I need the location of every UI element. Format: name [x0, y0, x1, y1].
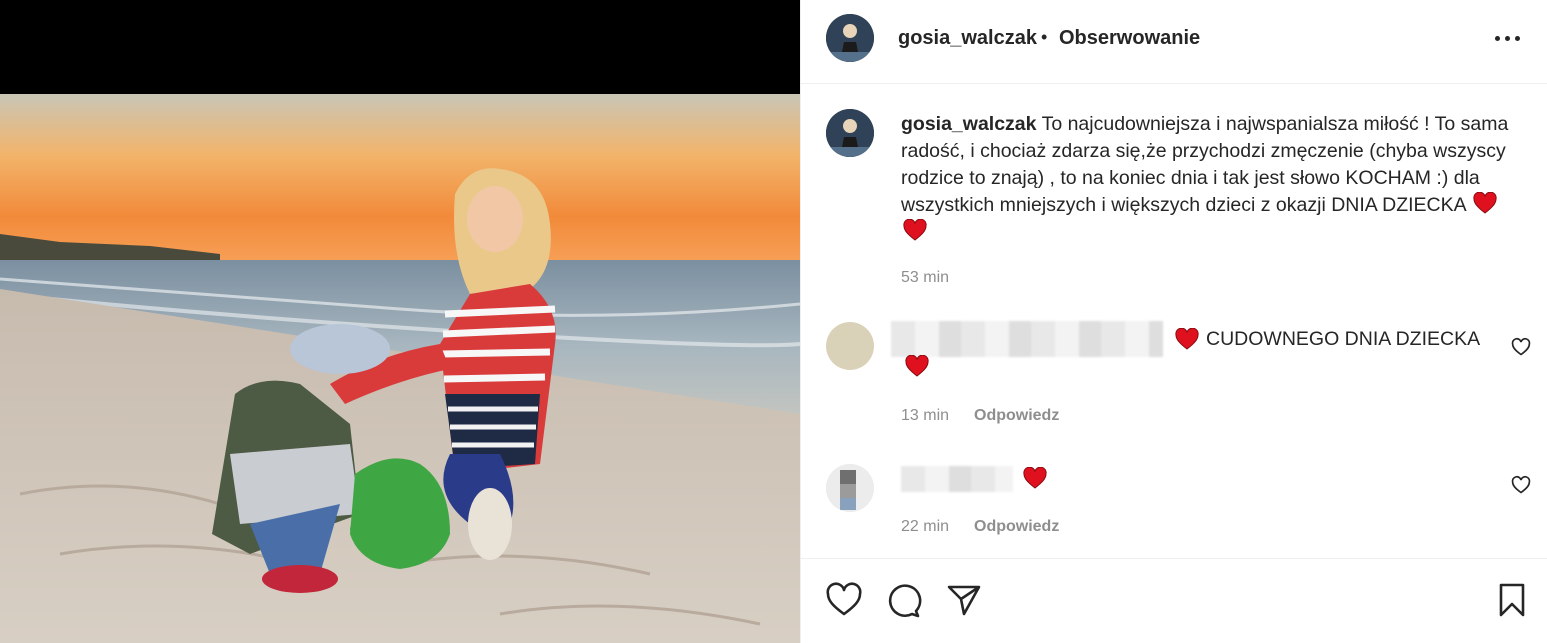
red-heart-emoji-icon — [1175, 328, 1199, 350]
reply-button[interactable]: Odpowiedz — [974, 407, 1059, 425]
commenter-avatar[interactable] — [826, 464, 874, 512]
red-heart-emoji-icon — [905, 355, 929, 377]
reply-button[interactable]: Odpowiedz — [974, 518, 1059, 536]
comment-timestamp[interactable]: 22 min — [901, 518, 949, 536]
blurred-username — [891, 321, 1163, 357]
red-heart-emoji-icon — [1023, 467, 1047, 489]
comment-like-icon[interactable] — [1511, 475, 1531, 495]
comment-like-icon[interactable] — [1511, 337, 1531, 357]
post-media[interactable] — [0, 0, 800, 643]
commenter-avatar[interactable] — [826, 322, 874, 370]
post-header: gosia_walczak • Obserwowanie — [801, 0, 1547, 84]
caption-username[interactable]: gosia_walczak — [901, 113, 1037, 135]
comment-icon[interactable] — [885, 581, 923, 619]
caption-author-avatar[interactable] — [826, 109, 874, 157]
author-username[interactable]: gosia_walczak — [898, 27, 1037, 50]
post-side-panel: gosia_walczak • Obserwowanie gosia_walcz… — [800, 0, 1547, 643]
caption-timestamp[interactable]: 53 min — [901, 269, 949, 287]
author-avatar[interactable] — [826, 14, 874, 62]
post-action-bar — [801, 558, 1547, 643]
red-heart-emoji-icon — [1473, 192, 1497, 214]
more-options-icon[interactable] — [1493, 28, 1523, 48]
comment-text: CUDOWNEGO DNIA DZIECKA — [1206, 328, 1481, 350]
separator-dot: • — [1041, 27, 1048, 47]
blurred-username — [901, 466, 1013, 492]
post-photo[interactable] — [0, 94, 800, 643]
send-icon[interactable] — [945, 581, 983, 619]
beach-sunset-photo — [0, 94, 800, 643]
following-button[interactable]: Obserwowanie — [1059, 27, 1200, 50]
red-heart-emoji-icon — [903, 219, 927, 241]
caption-body: gosia_walczak To najcudowniejsza i najws… — [901, 111, 1521, 246]
bookmark-icon[interactable] — [1493, 581, 1531, 619]
comment-timestamp[interactable]: 13 min — [901, 407, 949, 425]
heart-icon[interactable] — [825, 581, 863, 619]
